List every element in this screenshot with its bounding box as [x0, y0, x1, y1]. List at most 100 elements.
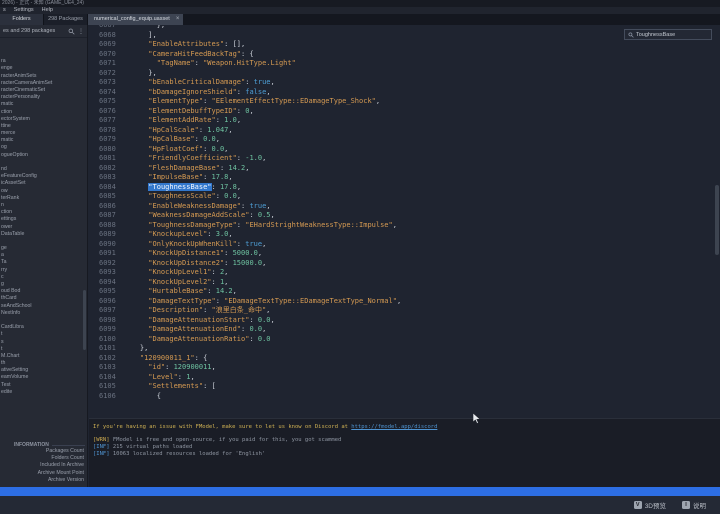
sidebar-folder-item[interactable]: ction: [0, 209, 84, 216]
status-action-i[interactable]: I说明: [682, 500, 706, 510]
packages-summary: es and 298 packages: [3, 28, 68, 34]
code-line: 6094 "KnockUpLevel2": 1,: [89, 278, 720, 288]
more-options-icon[interactable]: ⋮: [78, 28, 84, 35]
code-text: "KnockUpLevel1": 2,: [123, 268, 228, 278]
token-p: ],: [123, 31, 157, 39]
sidebar-folder-item[interactable]: ectorSystem: [0, 116, 84, 123]
token-p: ,: [262, 259, 266, 267]
token-p: :: [237, 107, 245, 115]
token-k: "DamageAttenuationStart": [123, 316, 249, 324]
sidebar-folder-item[interactable]: ow: [0, 188, 84, 195]
sidebar-folder-item[interactable]: ttine: [0, 123, 84, 130]
sidebar-folder-item[interactable]: ativeSetting: [0, 367, 84, 374]
sidebar-folder-item[interactable]: matic: [0, 101, 84, 108]
token-p: ,: [224, 145, 228, 153]
token-p: },: [123, 69, 157, 77]
discord-link[interactable]: https://fmodel.app/discord: [351, 424, 437, 430]
sidebar-folder-item[interactable]: edite: [0, 389, 84, 396]
token-k: "CameraHitFeedBackTag": [123, 50, 241, 58]
line-number: 6082: [89, 164, 123, 174]
code-line: 6097 "Description": "浪里白条_命中",: [89, 306, 720, 316]
sidebar-scrollbar[interactable]: [83, 290, 86, 350]
sidebar-folder-item[interactable]: M.Chart: [0, 353, 84, 360]
code-line: 6077 "ElementAddRate": 1.0,: [89, 116, 720, 126]
token-k: "WeaknessDamageAddScale": [123, 211, 249, 219]
sidebar-folder-item[interactable]: t: [0, 346, 84, 353]
code-area: 6067 },6068 ],6069 "EnableAttributes": […: [89, 25, 720, 401]
tab-298-packages[interactable]: 298 Packages: [44, 14, 88, 25]
sidebar-folder-item[interactable]: rry: [0, 267, 84, 274]
token-s: "EElementEffectType::EDamageType_Shock": [212, 97, 376, 105]
sidebar-folder-item[interactable]: racterPersonality: [0, 94, 84, 101]
line-number: 6090: [89, 240, 123, 250]
line-number: 6074: [89, 88, 123, 98]
progress-bar: [0, 487, 720, 496]
sidebar-folder-item[interactable]: og: [0, 144, 84, 151]
sidebar-folder-item[interactable]: Ta: [0, 259, 84, 266]
sidebar-folder-item[interactable]: ge: [0, 245, 84, 252]
sidebar-folder-item[interactable]: terRank: [0, 195, 84, 202]
menu-item-settings[interactable]: Settings: [14, 7, 34, 14]
status-action-v[interactable]: V3D预览: [634, 500, 666, 510]
sidebar-folder-item[interactable]: th: [0, 360, 84, 367]
sidebar-folder-item[interactable]: eFeatureConfig: [0, 173, 84, 180]
sidebar-folder-item[interactable]: icAssetSet: [0, 180, 84, 187]
sidebar-folder-item[interactable]: racterAnimSets: [0, 73, 84, 80]
token-p: :: [203, 145, 211, 153]
line-number: 6097: [89, 306, 123, 316]
sidebar-folder-item[interactable]: ettings: [0, 216, 84, 223]
tab-folders[interactable]: Folders: [0, 14, 44, 25]
sidebar-folder-item[interactable]: racterCameraAnimSet: [0, 80, 84, 87]
sidebar-folder-item[interactable]: nd: [0, 166, 84, 173]
sidebar-folder-item[interactable]: c: [0, 274, 84, 281]
panel-tabs: Folders298 Packages: [0, 14, 88, 25]
sidebar-folder-item[interactable]: merce: [0, 130, 84, 137]
token-k: "KnockUpLevel2": [123, 278, 212, 286]
token-n: 17.8: [220, 183, 237, 191]
token-p: : {: [241, 50, 254, 58]
sidebar-folder-item[interactable]: ogueOption: [0, 152, 84, 159]
line-number: 6084: [89, 183, 123, 193]
token-k: "KnockUpDistance1": [123, 249, 224, 257]
code-text: "ElementDebuffTypeID": 0,: [123, 107, 254, 117]
info-row: Archive Version: [0, 477, 88, 484]
sidebar-folder-item[interactable]: eamVolume: [0, 374, 84, 381]
code-line: 6092 "KnockUpDistance2": 15000.0,: [89, 259, 720, 269]
line-number: 6106: [89, 392, 123, 402]
sidebar-folder-item[interactable]: oud Bod: [0, 288, 84, 295]
menu-item-s[interactable]: s: [3, 7, 6, 14]
close-icon[interactable]: ×: [176, 14, 180, 25]
information-panel: INFORMATION Packages CountFolders CountI…: [0, 442, 88, 484]
tab-document[interactable]: numerical_config_equip.uasset ×: [88, 14, 183, 25]
sidebar-folder-item[interactable]: thCard: [0, 295, 84, 302]
sidebar-folder-item[interactable]: Test: [0, 382, 84, 389]
search-icon[interactable]: [68, 28, 75, 35]
token-p: :: [224, 249, 232, 257]
menu-item-help[interactable]: Help: [42, 7, 53, 14]
code-text: "bEnableCriticalDamage": true,: [123, 78, 275, 88]
code-text: "TagName": "Weapon.HitType.Light": [123, 59, 296, 69]
sidebar-folder-item[interactable]: seAndSchool: [0, 303, 84, 310]
status-label: 说明: [693, 500, 706, 510]
sidebar-folder-item[interactable]: ction: [0, 109, 84, 116]
sidebar-folder-item[interactable]: matic: [0, 137, 84, 144]
folder-tree: raengeracterAnimSetsracterCameraAnimSetr…: [0, 51, 84, 396]
sidebar-folder-item[interactable]: ower: [0, 224, 84, 231]
code-scrollbar[interactable]: [715, 185, 719, 255]
sidebar-folder-item[interactable]: s: [0, 339, 84, 346]
sidebar-folder-item[interactable]: enge: [0, 65, 84, 72]
sidebar-folder-item[interactable]: CardLibra: [0, 324, 84, 331]
token-p: :: [212, 183, 220, 191]
sidebar-folder-item[interactable]: ra: [0, 58, 84, 65]
code-text: "KnockUpDistance2": 15000.0,: [123, 259, 266, 269]
code-text: "WeaknessDamageAddScale": 0.5,: [123, 211, 275, 221]
token-k: "ToughnessScale": [123, 192, 216, 200]
sidebar-folder-item[interactable]: a: [0, 252, 84, 259]
sidebar-folder-item[interactable]: racterCinematicSet: [0, 87, 84, 94]
search-input[interactable]: [636, 32, 708, 38]
sidebar-folder-item[interactable]: NextInfo: [0, 310, 84, 317]
sidebar-folder-item[interactable]: DataTable: [0, 231, 84, 238]
sidebar-folder-item[interactable]: n: [0, 202, 84, 209]
sidebar-folder-item[interactable]: t: [0, 331, 84, 338]
sidebar-folder-item[interactable]: g: [0, 281, 84, 288]
